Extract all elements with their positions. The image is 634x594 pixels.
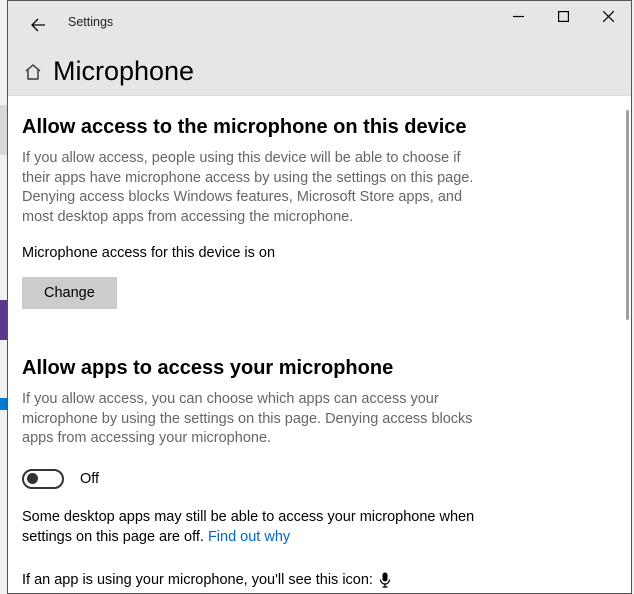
close-button[interactable] <box>586 1 631 31</box>
home-icon[interactable] <box>23 62 43 82</box>
settings-window: Settings Microphone Allow access to the … <box>7 0 632 594</box>
maximize-button[interactable] <box>541 1 586 31</box>
find-out-why-link[interactable]: Find out why <box>208 529 290 545</box>
mic-usage-line: If an app is using your microphone, you'… <box>22 572 605 588</box>
minimize-icon <box>513 11 524 22</box>
mic-usage-text: If an app is using your microphone, you'… <box>22 572 373 588</box>
desktop-apps-note: Some desktop apps may still be able to a… <box>22 507 502 548</box>
maximize-icon <box>558 11 569 22</box>
apps-access-toggle[interactable] <box>22 469 64 489</box>
titlebar: Settings Microphone <box>8 1 631 96</box>
device-access-heading: Allow access to the microphone on this d… <box>22 116 605 139</box>
close-icon <box>603 11 614 22</box>
toggle-knob <box>27 473 38 484</box>
page-title: Microphone <box>53 56 194 87</box>
app-title: Settings <box>68 15 113 29</box>
change-button[interactable]: Change <box>22 277 117 309</box>
scrollbar-thumb[interactable] <box>626 110 629 320</box>
background-slivers <box>0 0 7 594</box>
apps-access-description: If you allow access, you can choose whic… <box>22 390 492 449</box>
back-button[interactable] <box>28 15 48 35</box>
back-arrow-icon <box>30 17 46 33</box>
apps-access-heading: Allow apps to access your microphone <box>22 357 605 380</box>
toggle-state-label: Off <box>80 471 99 487</box>
device-access-description: If you allow access, people using this d… <box>22 149 492 227</box>
microphone-icon <box>379 572 391 588</box>
device-access-status: Microphone access for this device is on <box>22 245 605 261</box>
window-controls <box>496 1 631 31</box>
minimize-button[interactable] <box>496 1 541 31</box>
page-header: Microphone <box>23 56 194 87</box>
content-area: Allow access to the microphone on this d… <box>8 96 631 593</box>
